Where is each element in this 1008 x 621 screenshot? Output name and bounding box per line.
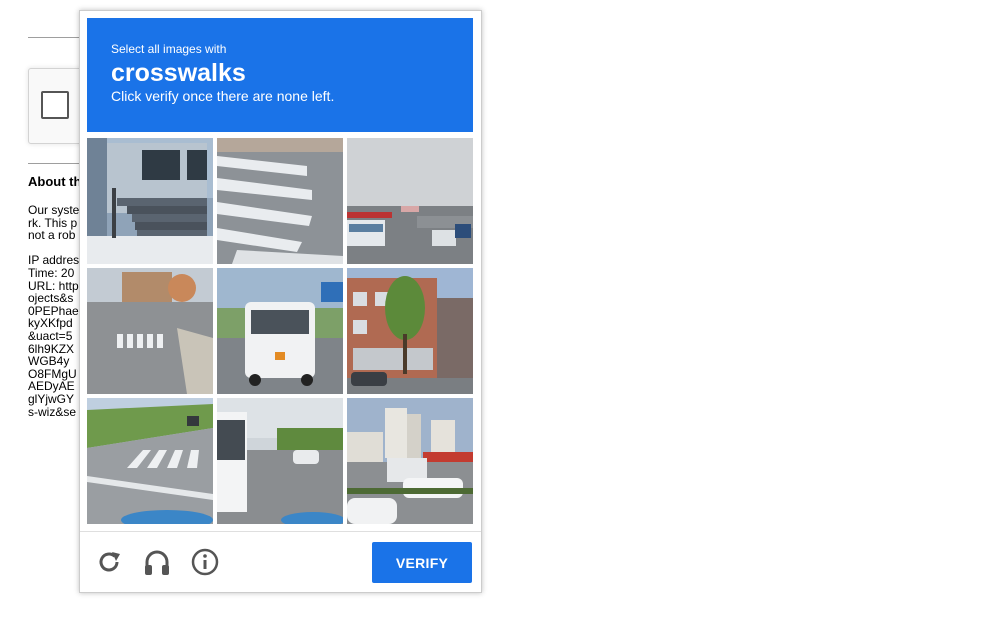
image-grid (87, 138, 473, 524)
tile-image (217, 138, 343, 264)
image-tile-5[interactable] (217, 268, 343, 394)
image-tile-1[interactable] (87, 138, 213, 264)
tile-image (347, 398, 473, 524)
tile-image (87, 398, 213, 524)
about-heading: About th (28, 174, 82, 189)
headphones-icon[interactable] (142, 547, 172, 577)
info-icon[interactable] (190, 547, 220, 577)
image-tile-4[interactable] (87, 268, 213, 394)
tile-image (347, 268, 473, 394)
image-tile-8[interactable] (217, 398, 343, 524)
image-tile-7[interactable] (87, 398, 213, 524)
image-tile-2[interactable] (217, 138, 343, 264)
prompt-line: Select all images with (111, 42, 227, 56)
tile-image (347, 138, 473, 264)
not-a-robot-checkbox[interactable] (41, 91, 69, 119)
reload-icon[interactable] (94, 547, 124, 577)
prompt-keyword: crosswalks (111, 59, 246, 87)
footer-divider (80, 531, 481, 532)
challenge-header: Select all images with crosswalks Click … (87, 18, 473, 132)
image-tile-6[interactable] (347, 268, 473, 394)
verify-button[interactable]: VERIFY (372, 542, 472, 583)
tile-image (87, 138, 213, 264)
captcha-challenge-dialog: Select all images with crosswalks Click … (79, 10, 482, 593)
image-tile-3[interactable] (347, 138, 473, 264)
prompt-instructions: Click verify once there are none left. (111, 88, 335, 104)
image-tile-9[interactable] (347, 398, 473, 524)
tile-image (217, 398, 343, 524)
tile-image (87, 268, 213, 394)
tile-image (217, 268, 343, 394)
